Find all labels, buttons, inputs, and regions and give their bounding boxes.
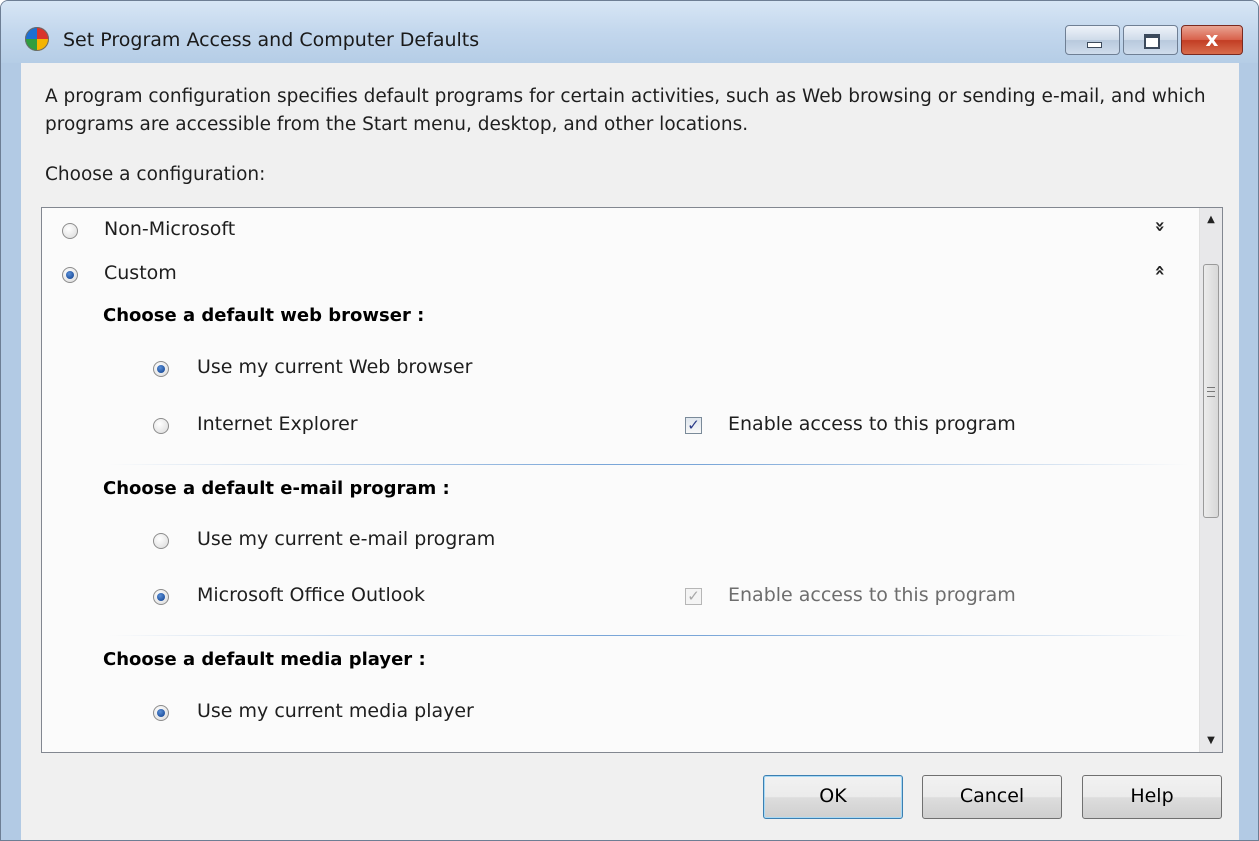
chevron-double-up-icon[interactable]: « (1149, 265, 1170, 277)
minimize-icon (1087, 42, 1102, 48)
vertical-scrollbar[interactable]: ▲ ▼ (1199, 208, 1222, 752)
help-button[interactable]: Help (1082, 775, 1222, 819)
maximize-button[interactable] (1123, 25, 1178, 55)
radio-current-email-program[interactable] (153, 533, 169, 549)
scroll-thumb[interactable] (1203, 264, 1219, 518)
radio-current-media-player[interactable] (153, 705, 169, 721)
dialog-client-area: A program configuration specifies defaul… (21, 63, 1239, 840)
enable-access-label-browser[interactable]: Enable access to this program (728, 413, 1016, 435)
enable-access-checkbox-browser[interactable]: ✓ (685, 417, 702, 434)
choose-configuration-label: Choose a configuration: (45, 164, 266, 185)
scroll-down-arrow-icon[interactable]: ▼ (1200, 735, 1222, 746)
description-text: A program configuration specifies defaul… (45, 86, 1206, 135)
title-bar[interactable]: Set Program Access and Computer Defaults… (1, 1, 1258, 63)
section-separator (109, 635, 1189, 636)
close-button[interactable]: x (1181, 25, 1243, 55)
control-panel-icon[interactable] (25, 27, 49, 51)
cancel-button[interactable]: Cancel (922, 775, 1062, 819)
radio-non-microsoft[interactable] (62, 223, 78, 239)
option-internet-explorer[interactable]: Internet Explorer (197, 413, 358, 435)
option-current-email-program[interactable]: Use my current e-mail program (197, 528, 495, 550)
radio-custom[interactable] (62, 267, 78, 283)
dialog-window: Set Program Access and Computer Defaults… (0, 0, 1259, 841)
maximize-icon (1144, 34, 1160, 49)
window-title: Set Program Access and Computer Defaults (63, 29, 480, 51)
config-label-custom[interactable]: Custom (104, 262, 177, 284)
media-section-heading: Choose a default media player : (103, 649, 426, 670)
config-label-non-microsoft[interactable]: Non-Microsoft (104, 218, 235, 240)
email-section-heading: Choose a default e-mail program : (103, 478, 450, 499)
browser-section-heading: Choose a default web browser : (103, 305, 425, 326)
enable-access-label-email: Enable access to this program (728, 584, 1016, 606)
ok-button[interactable]: OK (763, 775, 903, 819)
configuration-list[interactable]: Non-Microsoft » Custom « Choose a defaul… (41, 207, 1223, 753)
enable-access-checkbox-email: ✓ (685, 588, 702, 605)
minimize-button[interactable] (1065, 25, 1120, 55)
radio-microsoft-office-outlook[interactable] (153, 589, 169, 605)
chevron-double-down-icon[interactable]: » (1149, 221, 1170, 233)
radio-internet-explorer[interactable] (153, 418, 169, 434)
option-current-media-player[interactable]: Use my current media player (197, 700, 474, 722)
option-current-web-browser[interactable]: Use my current Web browser (197, 356, 472, 378)
close-icon: x (1205, 27, 1219, 51)
scroll-grip-icon (1207, 387, 1215, 397)
radio-current-web-browser[interactable] (153, 361, 169, 377)
scroll-up-arrow-icon[interactable]: ▲ (1200, 214, 1222, 225)
section-separator (109, 464, 1189, 465)
option-microsoft-office-outlook[interactable]: Microsoft Office Outlook (197, 584, 425, 606)
